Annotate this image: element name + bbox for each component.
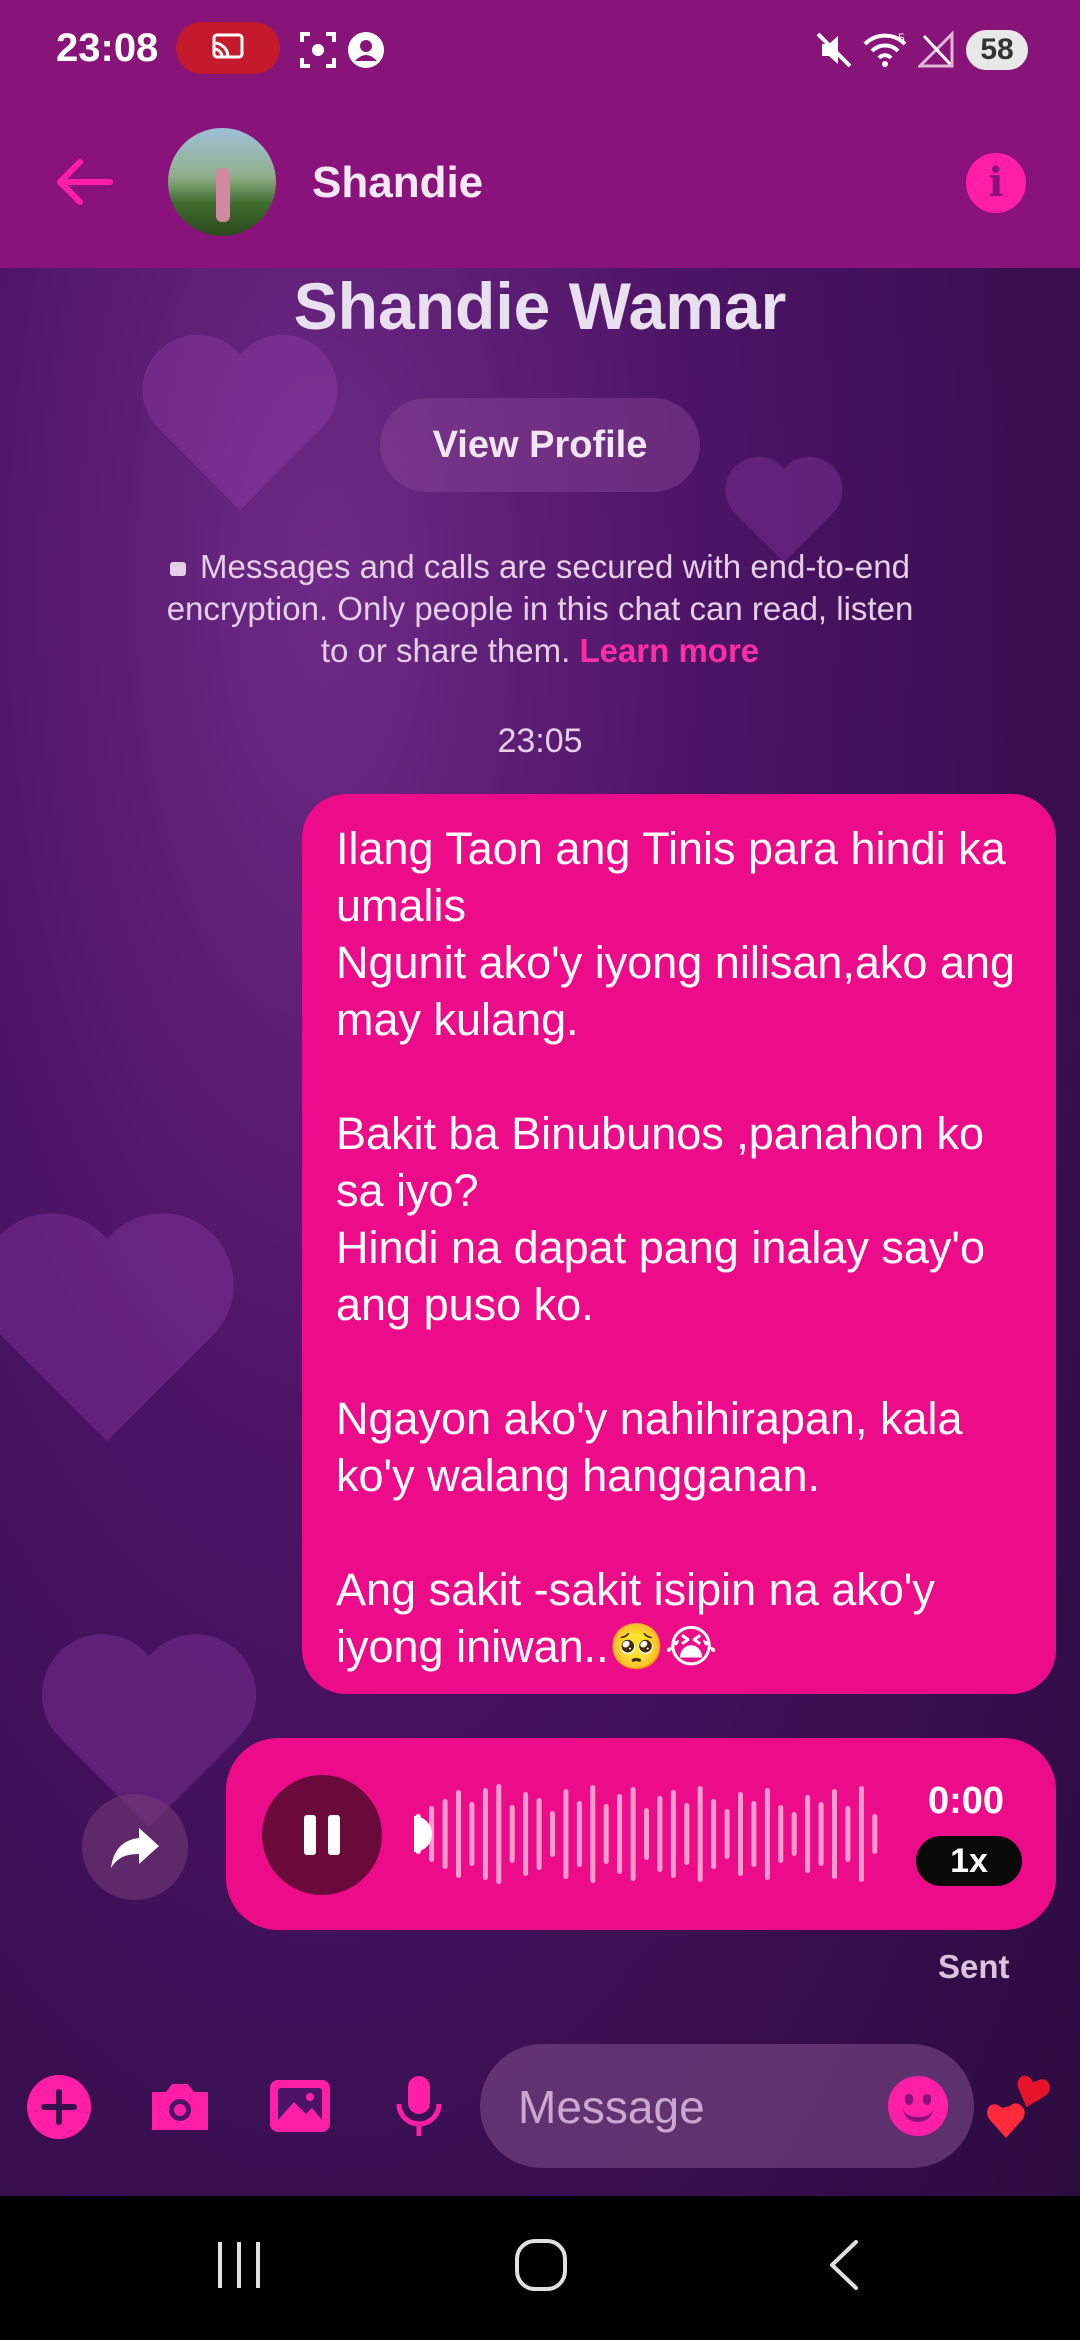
info-icon[interactable]: i [966,153,1026,213]
waveform-bar [590,1785,596,1883]
waveform-bar [456,1790,461,1878]
message-timestamp: 23:05 [497,722,583,760]
forward-icon [111,1828,159,1868]
status-bar: 23:08 5 58 [0,0,1080,100]
playback-speed-button[interactable]: 1x [916,1836,1022,1886]
plus-icon[interactable] [26,2074,92,2140]
outgoing-message-bubble[interactable]: Ilang Taon ang Tinis para hindi ka umali… [302,794,1056,1694]
voice-duration: 0:00 [928,1780,1005,1822]
lock-icon [170,562,187,576]
battery-indicator: 58 [966,30,1028,70]
recents-icon[interactable] [214,2238,264,2292]
pause-button[interactable] [262,1775,382,1895]
waveform-bar [751,1801,757,1867]
pause-icon-bar [328,1815,340,1855]
conversation-header [0,100,1080,268]
background-heart-decoration [0,1220,250,1480]
waveform-bar [684,1803,690,1865]
signal-icon [918,30,954,68]
avatar-photo [216,168,230,222]
view-profile-button[interactable]: View Profile [380,398,700,492]
mute-icon [816,32,852,68]
waveform-bar [670,1790,676,1878]
waveform-bar [764,1788,770,1880]
encryption-text: Messages and calls are secured with end-… [166,548,914,669]
waveform-bar [442,1799,448,1869]
account-icon [348,32,384,68]
cast-icon [212,33,244,59]
background-heart-decoration [150,340,350,540]
waveform-bar [482,1788,488,1880]
heart-reaction-icon[interactable] [982,2044,1058,2144]
waveform-bar [563,1789,569,1879]
waveform-bar [858,1786,864,1882]
audio-waveform[interactable] [412,1776,882,1892]
waveform-bar [832,1789,837,1879]
home-icon[interactable] [514,2238,568,2292]
wifi-badge: 5 [898,31,905,45]
contact-name[interactable]: Shandie [312,158,483,208]
waveform-bar [576,1801,582,1867]
waveform-bar [724,1809,730,1859]
waveform-bar [630,1787,636,1881]
back-arrow-icon[interactable] [52,150,116,214]
status-time: 23:08 [56,26,159,70]
voice-message-bubble: 0:00 1x [226,1738,1056,1930]
gallery-icon[interactable] [268,2074,332,2138]
emoji-eye [923,2094,931,2105]
waveform-bar [738,1792,743,1876]
waveform-bar [778,1805,784,1863]
waveform-bar [469,1802,475,1866]
profile-full-name: Shandie Wamar [293,269,787,343]
waveform-bar [523,1792,529,1876]
waveform-bar [711,1799,717,1869]
back-icon[interactable] [824,2238,864,2292]
waveform-bar [872,1814,878,1854]
message-status: Sent [938,1948,1010,1985]
learn-more-link[interactable]: Learn more [579,632,759,669]
contact-avatar[interactable] [168,128,276,236]
forward-button[interactable] [82,1794,188,1900]
waveform-bar [818,1802,824,1866]
waveform-bar [550,1811,555,1857]
waveform-bar [496,1784,502,1884]
microphone-icon[interactable] [394,2074,444,2140]
encryption-notice: Messages and calls are secured with end-… [150,546,930,672]
screenshot-icon [300,32,336,68]
emoji-smile [903,2108,933,2122]
waveform-bar [845,1806,851,1862]
waveform-bar [657,1796,663,1872]
screen-cast-indicator[interactable] [176,22,280,74]
waveform-bar [791,1812,797,1856]
message-input-placeholder: Message [518,2081,705,2133]
emoji-icon[interactable] [888,2076,948,2136]
waveform-bar [644,1808,649,1860]
waveform-bar [509,1805,515,1863]
system-navigation-bar [0,2196,1080,2340]
waveform-bar [697,1786,703,1882]
wifi-icon: 5 [863,31,907,67]
camera-icon[interactable] [146,2074,214,2140]
emoji-eye [905,2094,913,2105]
waveform-bar [805,1795,811,1873]
waveform-bar [536,1798,542,1870]
pause-icon-bar [304,1815,316,1855]
waveform-bar [617,1794,623,1874]
waveform-bar [603,1804,609,1864]
